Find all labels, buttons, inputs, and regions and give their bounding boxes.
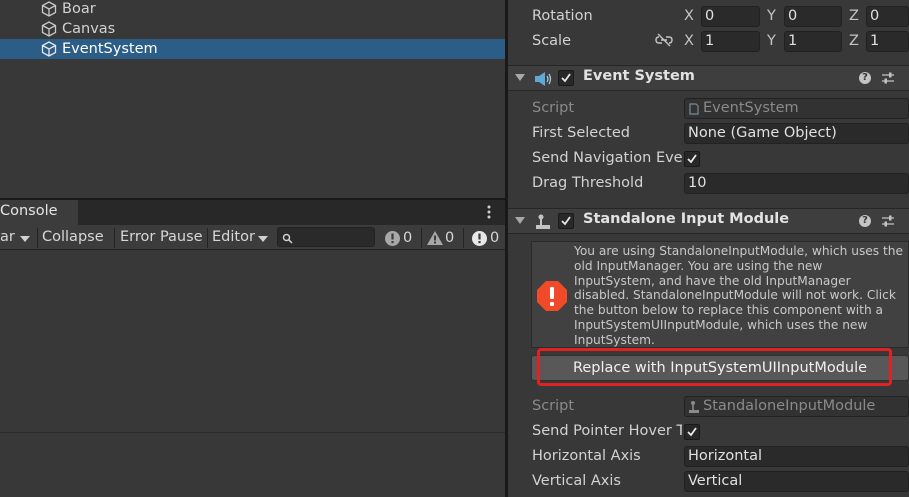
event-system-icon	[535, 72, 552, 86]
warning-count: 0	[445, 230, 455, 246]
clear-button[interactable]: ar	[0, 229, 15, 245]
checkmark-icon	[687, 154, 697, 164]
scale-z-axis-label[interactable]: Z	[849, 33, 859, 49]
event-system-enabled-checkbox[interactable]	[558, 70, 574, 86]
toolbar-divider	[114, 228, 115, 248]
info-count: 0	[403, 230, 413, 246]
highlight-annotation-box	[537, 348, 892, 386]
first-selected-field[interactable]: None (Game Object)	[684, 123, 909, 144]
joystick-icon	[536, 214, 550, 229]
collapse-button[interactable]: Collapse	[42, 229, 104, 245]
scale-x-axis-label[interactable]: X	[684, 33, 694, 49]
es-script-label: Script	[532, 100, 575, 116]
standalone-enabled-checkbox[interactable]	[558, 213, 574, 229]
clear-dropdown-arrow-icon[interactable]	[19, 232, 31, 248]
tab-console-label: Console	[0, 203, 58, 219]
warning-icon	[427, 231, 443, 245]
warning-message: You are using StandaloneInputModule, whi…	[574, 244, 904, 347]
rotation-x-axis-label[interactable]: X	[684, 8, 694, 24]
hierarchy-panel: Boar Canvas EventSystem	[0, 0, 505, 198]
rotation-y-axis-label[interactable]: Y	[767, 8, 776, 24]
scale-y-field[interactable]: 1	[784, 31, 842, 52]
vertical-axis-label: Vertical Axis	[532, 473, 621, 489]
first-selected-label: First Selected	[532, 125, 630, 141]
search-icon	[282, 232, 293, 248]
foldout-arrow-icon[interactable]	[515, 74, 525, 82]
toolbar-divider	[421, 228, 422, 248]
checkmark-icon	[561, 216, 571, 226]
vertical-axis-field[interactable]: Vertical	[684, 471, 909, 492]
es-script-field: EventSystem	[684, 98, 909, 119]
hierarchy-item-label: Boar	[62, 1, 96, 17]
editor-dropdown-arrow-icon[interactable]	[257, 232, 269, 248]
horizontal-axis-field[interactable]: Horizontal	[684, 446, 909, 467]
drag-threshold-label: Drag Threshold	[532, 175, 644, 191]
event-system-component-header[interactable]: Event System ?	[508, 65, 909, 91]
checkmark-icon	[687, 427, 697, 437]
error-count-toggle[interactable]: 0	[471, 228, 505, 248]
hierarchy-item-canvas[interactable]: Canvas	[0, 19, 505, 39]
editor-dropdown[interactable]: Editor	[212, 229, 255, 245]
help-icon[interactable]: ?	[859, 215, 871, 227]
gameobject-cube-icon	[41, 21, 57, 41]
error-count: 0	[490, 230, 500, 246]
error-octagon-icon	[537, 281, 567, 311]
horizontal-axis-label: Horizontal Axis	[532, 448, 641, 464]
hierarchy-item-eventsystem[interactable]: EventSystem	[0, 39, 505, 59]
kebab-menu-icon[interactable]	[484, 204, 494, 220]
checkmark-icon	[561, 73, 571, 83]
toolbar-divider	[37, 228, 38, 248]
hierarchy-item-label: Canvas	[62, 21, 116, 37]
info-icon	[385, 231, 400, 246]
hierarchy-item-boar[interactable]: Boar	[0, 0, 505, 19]
scale-y-axis-label[interactable]: Y	[767, 33, 776, 49]
rotation-label: Rotation	[532, 8, 593, 24]
warning-count-toggle[interactable]: 0	[426, 228, 462, 248]
hierarchy-item-label: EventSystem	[62, 41, 158, 57]
standalone-input-module-header[interactable]: Standalone Input Module ?	[508, 208, 909, 234]
script-file-icon	[689, 103, 699, 115]
gameobject-cube-icon	[41, 1, 57, 21]
send-pointer-hover-label: Send Pointer Hover T	[532, 423, 682, 439]
info-count-toggle[interactable]: 0	[384, 228, 420, 248]
send-navigation-checkbox[interactable]	[684, 151, 700, 167]
send-navigation-label: Send Navigation Eve	[532, 150, 682, 166]
joystick-script-icon	[689, 401, 699, 413]
drag-threshold-field[interactable]: 10	[684, 173, 909, 194]
toolbar-divider	[207, 228, 208, 248]
component-settings-icon[interactable]	[881, 214, 895, 228]
sim-script-label: Script	[532, 398, 575, 414]
tab-console[interactable]: Console	[0, 200, 78, 225]
rotation-z-field[interactable]: 0	[866, 6, 909, 27]
foldout-arrow-icon[interactable]	[515, 217, 525, 225]
constrain-proportions-link-icon[interactable]	[655, 33, 673, 51]
toolbar-divider	[463, 228, 464, 248]
scale-label: Scale	[532, 33, 572, 49]
rotation-x-field[interactable]: 0	[701, 6, 760, 27]
error-pause-button[interactable]: Error Pause	[120, 229, 203, 245]
rotation-z-axis-label[interactable]: Z	[849, 8, 859, 24]
error-icon	[472, 231, 487, 246]
scale-x-field[interactable]: 1	[701, 31, 760, 52]
component-settings-icon[interactable]	[881, 71, 895, 85]
rotation-y-field[interactable]: 0	[784, 6, 842, 27]
scale-z-field[interactable]: 1	[866, 31, 909, 52]
event-system-title: Event System	[583, 68, 695, 84]
send-pointer-hover-checkbox[interactable]	[684, 424, 700, 440]
standalone-title: Standalone Input Module	[583, 211, 790, 227]
gameobject-cube-icon	[41, 41, 57, 61]
console-log-list[interactable]	[0, 251, 505, 497]
help-icon[interactable]: ?	[859, 72, 871, 84]
sim-script-field: StandaloneInputModule	[684, 396, 909, 417]
console-detail-splitter[interactable]	[0, 432, 505, 433]
